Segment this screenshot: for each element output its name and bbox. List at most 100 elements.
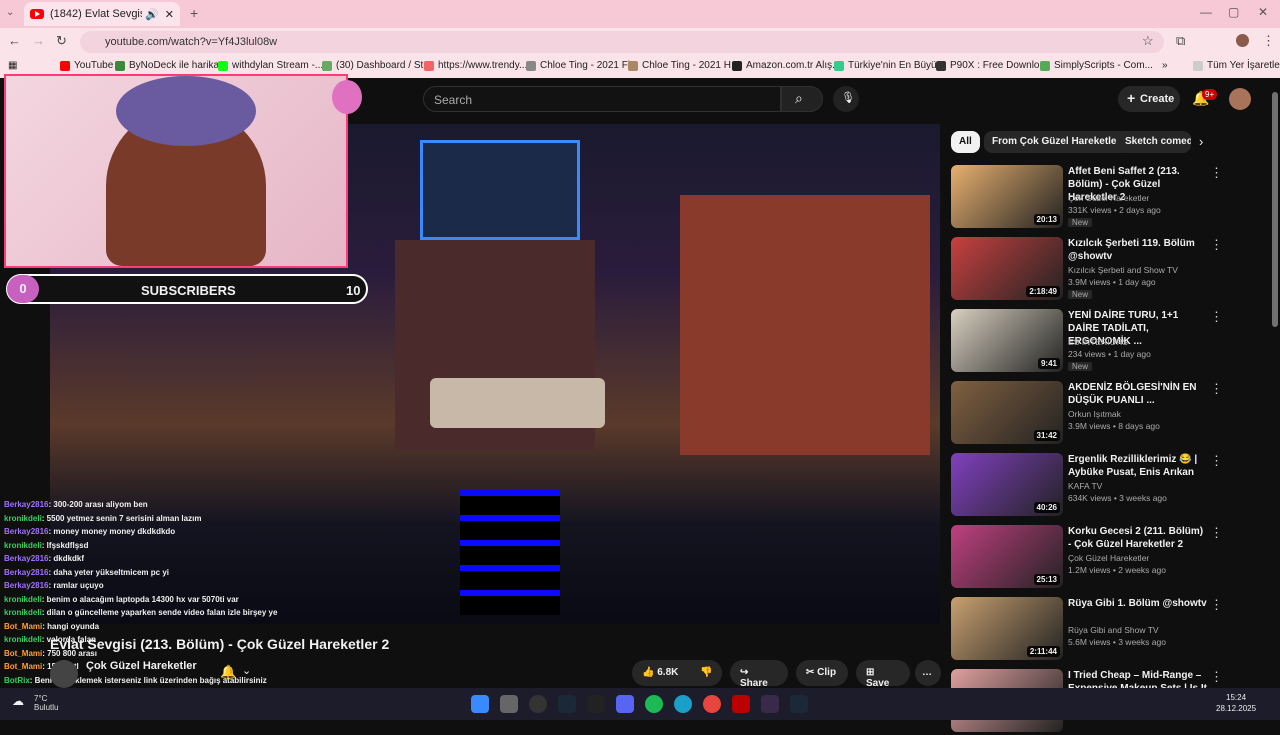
chevron-down-icon[interactable]: ⌄ — [242, 664, 251, 677]
bookmark-item[interactable]: ByNoDeck ile harika... — [115, 60, 227, 71]
bookmark-item[interactable]: SimplyScripts - Com... — [1040, 60, 1153, 71]
video-thumbnail[interactable]: 2:18:49 — [951, 237, 1063, 300]
create-button[interactable]: + Create — [1118, 86, 1180, 112]
recommended-channel[interactable]: Çok Güzel Hareketler — [1068, 553, 1149, 563]
start-icon[interactable] — [471, 695, 489, 713]
channel-avatar[interactable] — [50, 660, 78, 688]
bookmark-item[interactable]: withdylan Stream -... — [218, 60, 323, 71]
recommended-video[interactable]: 2:11:44 Rüya Gibi 1. Bölüm @showtv Rüya Gi… — [951, 597, 1271, 663]
bookmark-item[interactable]: YouTube — [60, 60, 113, 71]
chip-all[interactable]: All — [951, 131, 980, 153]
dislike-button[interactable]: 👎 — [690, 660, 722, 686]
app-icon[interactable] — [761, 695, 779, 713]
epic-games-icon[interactable] — [587, 695, 605, 713]
back-icon[interactable]: ← — [8, 33, 21, 48]
chat-text: : 5500 yetmez senin 7 serisini alman laz… — [41, 513, 202, 523]
more-options-icon[interactable]: ⋮ — [1210, 453, 1223, 469]
steam-icon[interactable] — [558, 695, 576, 713]
more-options-icon[interactable]: ⋮ — [1210, 597, 1223, 613]
video-thumbnail[interactable]: 40:26 — [951, 453, 1063, 516]
browser-tab[interactable]: (1842) Evlat Sevgisi (213. B 🔊 ✕ — [24, 2, 180, 26]
recommended-channel[interactable]: Kızılcık Şerbeti and Show TV — [1068, 265, 1178, 275]
bookmark-item[interactable]: Chloe Ting - 2021 Fl... — [526, 60, 638, 71]
chip-sketch-comedy[interactable]: Sketch comed — [1117, 131, 1191, 153]
share-button[interactable]: ↪ Share — [730, 660, 788, 689]
chat-text: : lfşskdflşsd — [41, 540, 89, 550]
apps-icon[interactable]: ▦ — [8, 60, 17, 71]
chat-message: kronikdeli: dilan o güncelleme yaparken … — [4, 606, 344, 620]
recommended-channel[interactable]: Çok Güzel Hareketler — [1068, 193, 1149, 203]
browser-menu-icon[interactable]: ⋮ — [1262, 33, 1275, 49]
netflix-icon[interactable] — [732, 695, 750, 713]
extensions-icon[interactable]: ⧉ — [1176, 33, 1185, 49]
bookmark-item[interactable]: Türkiye'nin En Büyü... — [834, 60, 945, 71]
recommended-channel[interactable]: KAFA TV — [1068, 481, 1102, 491]
recommended-channel[interactable]: Orkun Işıtmak — [1068, 409, 1121, 419]
recommended-title[interactable]: Rüya Gibi 1. Bölüm @showtv — [1068, 597, 1208, 610]
obs-icon[interactable] — [529, 695, 547, 713]
tab-menu-icon[interactable]: ⌄ — [6, 7, 14, 18]
recommended-video[interactable]: 20:13 Affet Beni Saffet 2 (213. Bölüm) - … — [951, 165, 1271, 231]
more-actions-button[interactable]: … — [915, 660, 941, 686]
recommended-video[interactable]: 31:42 AKDENİZ BÖLGESİ'NİN EN DÜŞÜK PUANLI… — [951, 381, 1271, 447]
subscribed-bell-icon[interactable]: 🔔 — [220, 664, 236, 680]
recommended-video[interactable]: 25:13 Korku Gecesi 2 (211. Bölüm) - Çok G… — [951, 525, 1271, 591]
chrome-icon[interactable] — [703, 695, 721, 713]
search-button[interactable]: ⌕ — [781, 86, 823, 112]
video-thumbnail[interactable]: 20:13 — [951, 165, 1063, 228]
bookmark-item[interactable]: https://www.trendy... — [424, 60, 527, 71]
page-scrollbar[interactable] — [1272, 92, 1278, 327]
weather-widget[interactable]: 7°C Bulutlu — [34, 694, 58, 712]
recommended-channel[interactable]: Rüya Gibi and Show TV — [1068, 625, 1159, 635]
close-tab-icon[interactable]: ✕ — [165, 8, 174, 21]
bookmark-item[interactable]: Chloe Ting - 2021 H... — [628, 60, 739, 71]
close-window-icon[interactable]: ✕ — [1258, 5, 1268, 19]
voice-search-button[interactable]: 🎙 — [833, 86, 859, 112]
more-options-icon[interactable]: ⋮ — [1210, 669, 1223, 685]
video-thumbnail[interactable]: 9:41 — [951, 309, 1063, 372]
audio-icon[interactable]: 🔊 — [145, 8, 159, 21]
bookmark-item[interactable]: P90X : Free Downlo... — [936, 60, 1048, 71]
chip-from-channel[interactable]: From Çok Güzel Hareketler — [984, 131, 1129, 153]
recommended-channel[interactable]: ES INTERIORS — [1068, 337, 1128, 347]
recommended-video[interactable]: 2:18:49 Kızılcık Şerbeti 119. Bölüm @show… — [951, 237, 1271, 303]
more-options-icon[interactable]: ⋮ — [1210, 309, 1223, 325]
recommended-title[interactable]: AKDENİZ BÖLGESİ'NİN EN DÜŞÜK PUANLI ... — [1068, 381, 1208, 407]
maximize-icon[interactable]: ▢ — [1228, 5, 1239, 19]
profile-icon[interactable] — [1236, 34, 1249, 47]
more-options-icon[interactable]: ⋮ — [1210, 525, 1223, 541]
chevron-right-icon[interactable]: › — [1199, 134, 1203, 149]
more-options-icon[interactable]: ⋮ — [1210, 381, 1223, 397]
more-bookmarks-icon[interactable]: » — [1162, 60, 1168, 71]
recommended-title[interactable]: Korku Gecesi 2 (211. Bölüm) - Çok Güzel … — [1068, 525, 1208, 551]
bookmark-star-icon[interactable]: ☆ — [1142, 33, 1154, 49]
video-thumbnail[interactable]: 25:13 — [951, 525, 1063, 588]
channel-name[interactable]: Çok Güzel Hareketler — [86, 660, 197, 672]
url-field[interactable]: youtube.com/watch?v=Yf4J3lul08w — [80, 31, 1164, 53]
spotify-icon[interactable] — [645, 695, 663, 713]
user-avatar[interactable] — [1229, 88, 1251, 110]
forward-icon[interactable]: → — [32, 33, 45, 48]
save-button[interactable]: ⊞ Save — [856, 660, 910, 689]
recommended-title[interactable]: Ergenlik Rezilliklerimiz 😂 | Aybüke Pusa… — [1068, 453, 1208, 479]
new-tab-icon[interactable]: + — [190, 5, 198, 21]
recommended-video[interactable]: 9:41 YENİ DAİRE TURU, 1+1 DAİRE TADİLATI,… — [951, 309, 1271, 375]
reload-icon[interactable]: ↻ — [56, 33, 67, 49]
minimize-icon[interactable]: — — [1200, 5, 1212, 19]
video-thumbnail[interactable]: 2:11:44 — [951, 597, 1063, 660]
all-bookmarks[interactable]: Tüm Yer İşaretleri — [1193, 60, 1280, 71]
more-options-icon[interactable]: ⋮ — [1210, 237, 1223, 253]
recommended-video[interactable]: 40:26 Ergenlik Rezilliklerimiz 😂 | Aybüke… — [951, 453, 1271, 519]
steam-icon[interactable] — [790, 695, 808, 713]
bookmark-item[interactable]: (30) Dashboard / Str... — [322, 60, 434, 71]
task-view-icon[interactable] — [500, 695, 518, 713]
more-options-icon[interactable]: ⋮ — [1210, 165, 1223, 181]
discord-icon[interactable] — [616, 695, 634, 713]
taskbar-clock[interactable]: 15:24 28.12.2025 — [1216, 692, 1256, 714]
bookmark-item[interactable]: Amazon.com.tr Alış... — [732, 60, 840, 71]
edge-icon[interactable] — [674, 695, 692, 713]
recommended-title[interactable]: Kızılcık Şerbeti 119. Bölüm @showtv — [1068, 237, 1208, 263]
clip-button[interactable]: ✂ Clip — [796, 660, 848, 686]
video-thumbnail[interactable]: 31:42 — [951, 381, 1063, 444]
search-input[interactable]: Search — [423, 86, 781, 112]
